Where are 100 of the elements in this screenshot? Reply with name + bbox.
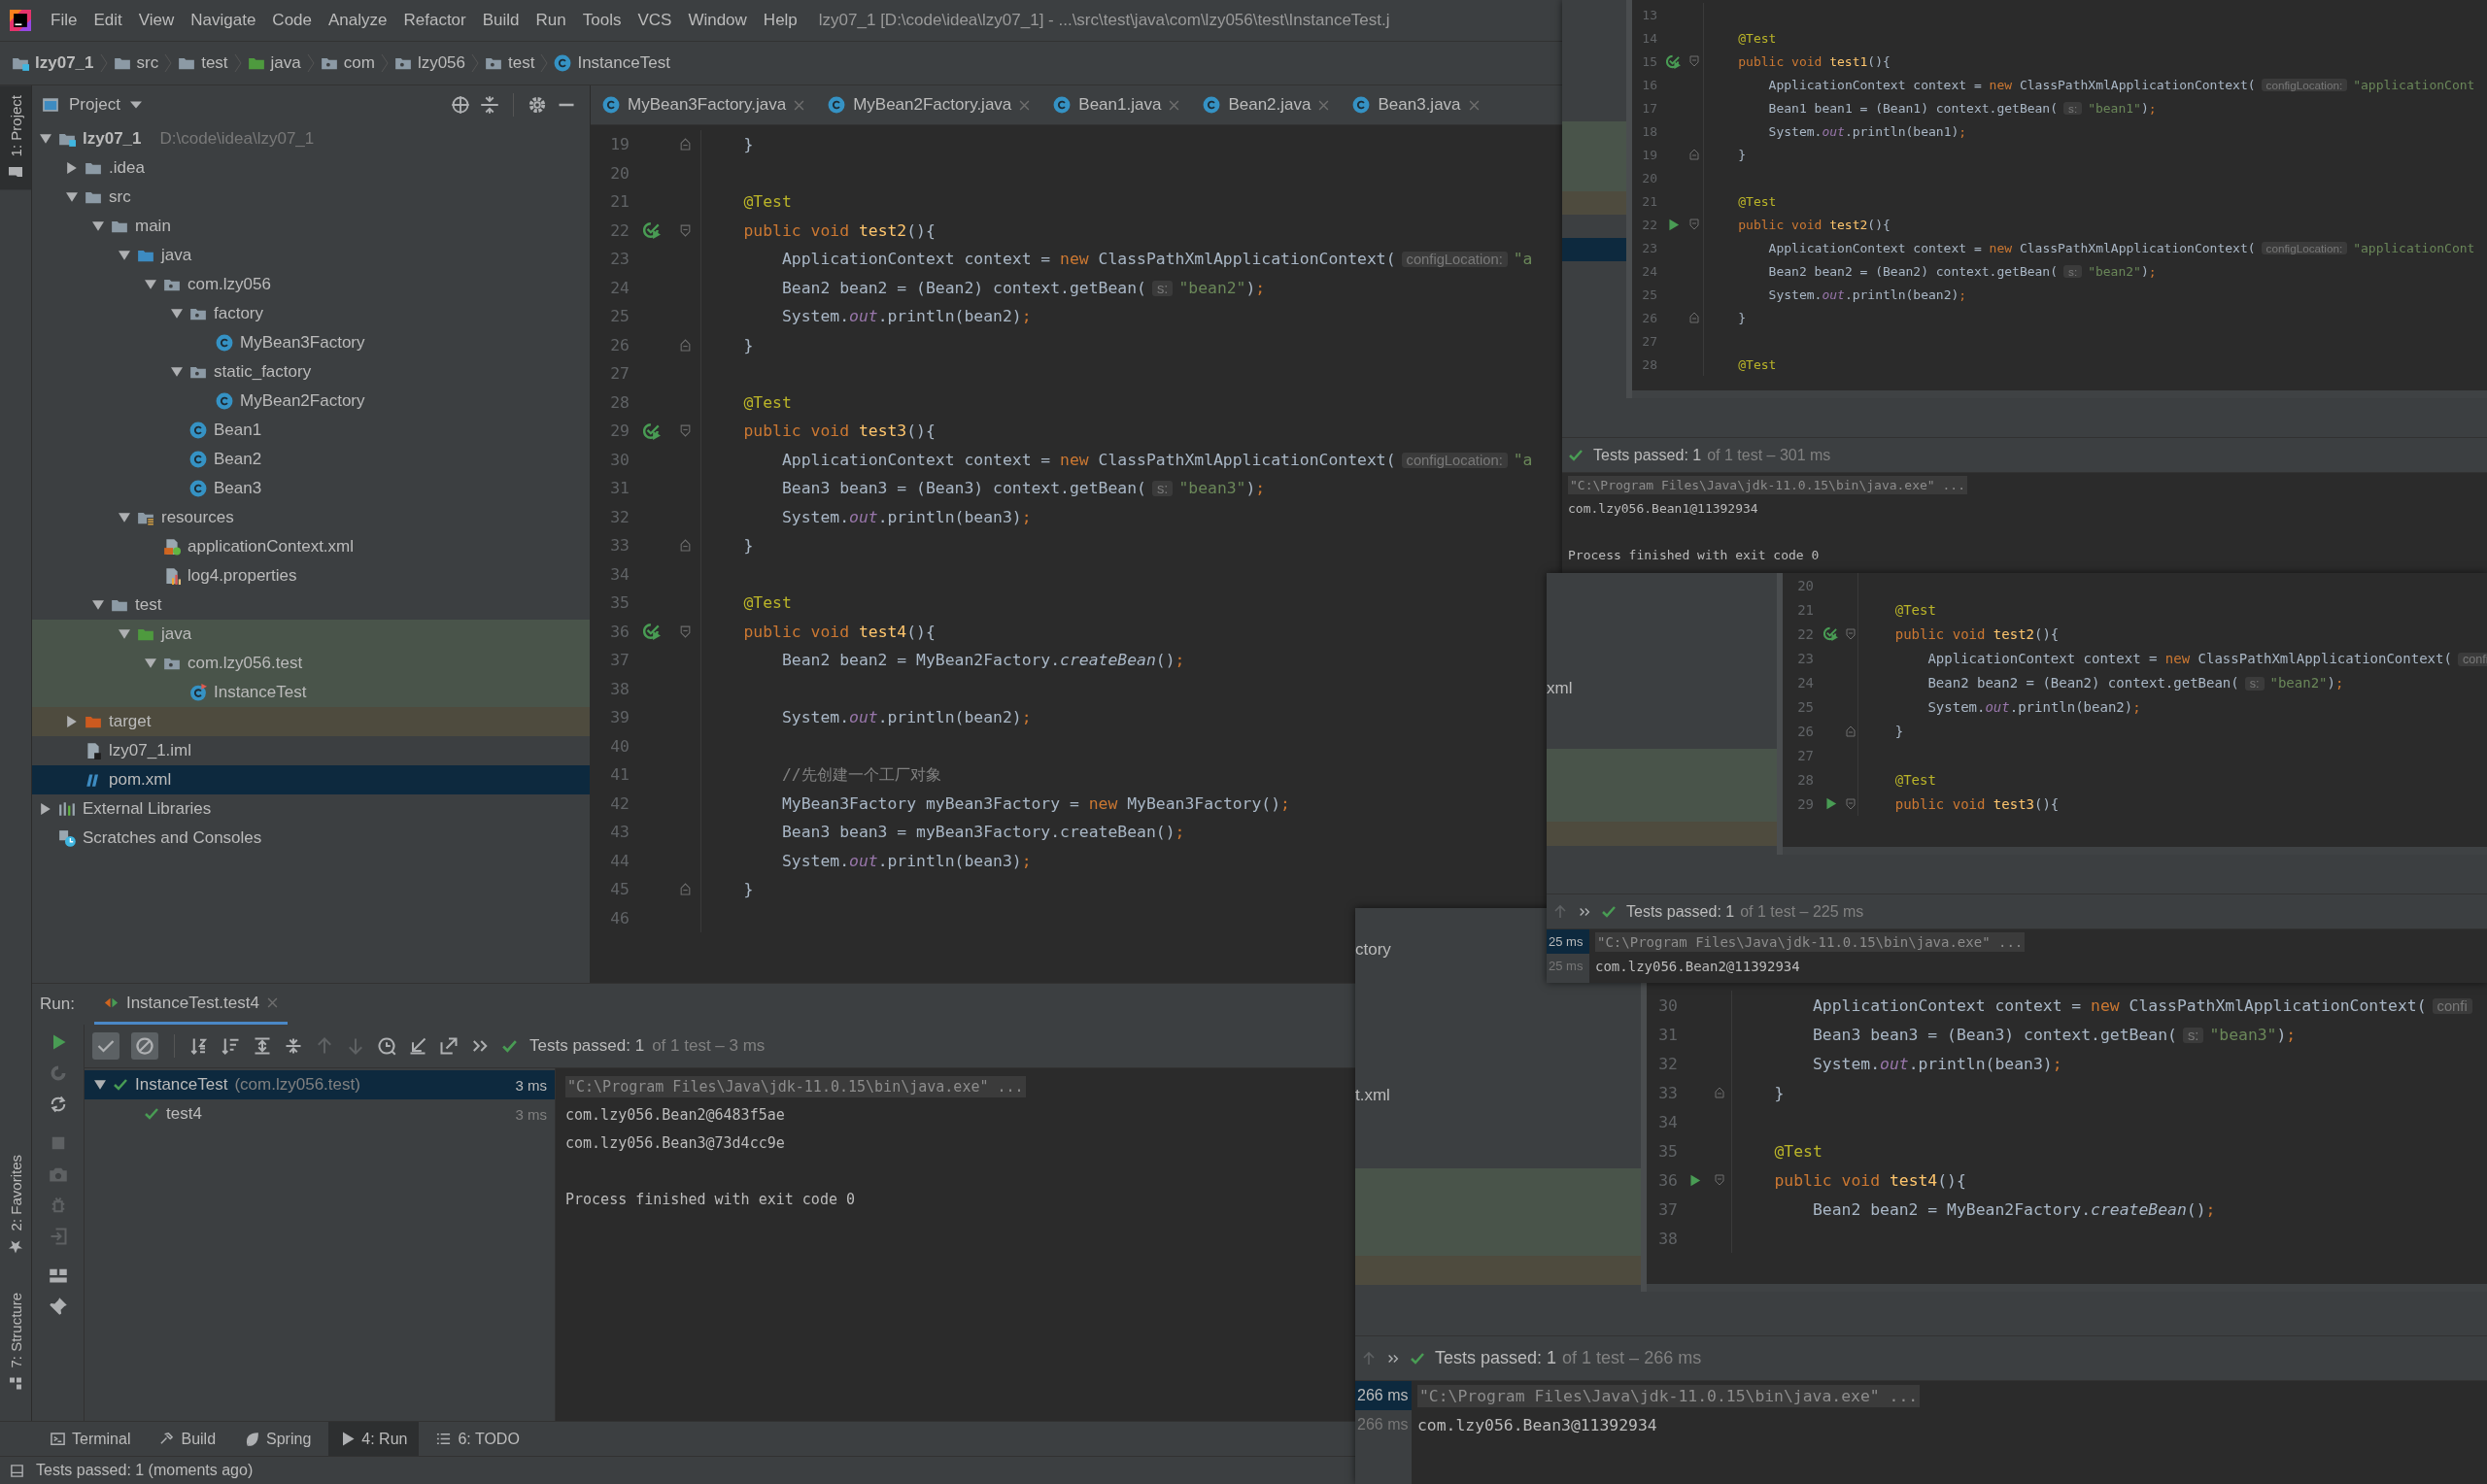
fold-icon[interactable] [1688,55,1699,67]
expand-arrow-icon[interactable] [66,162,78,174]
test-tree-item[interactable]: InstanceTest (com.lzy056.test) 3 ms [85,1070,555,1099]
editor-tab[interactable]: Bean2.java [1191,85,1342,124]
run-icon[interactable] [1666,218,1680,231]
run-icon[interactable] [1823,797,1837,810]
collapse-arrow-icon[interactable] [40,133,51,145]
tree-item[interactable]: .idea [32,153,590,183]
tool-tab[interactable]: 6: TODO [425,1422,531,1456]
tree-item[interactable]: java [32,620,590,649]
tree-item[interactable]: xml [1547,678,1573,698]
run-test-icon[interactable] [643,422,661,440]
fold-icon[interactable] [1688,149,1699,160]
close-icon[interactable] [1169,99,1180,111]
tree-item[interactable]: MyBean2Factory [32,387,590,416]
menu-item[interactable]: View [131,9,182,32]
locate-icon[interactable] [451,95,470,115]
fold-icon[interactable] [680,424,691,438]
breadcrumb[interactable]: lzy07_1 [12,53,94,73]
run-test-icon[interactable] [643,221,661,240]
menu-item[interactable]: Tools [575,9,629,32]
editor-tab[interactable]: MyBean2Factory.java [816,85,1042,124]
fold-icon[interactable] [1845,797,1856,810]
collapse-arrow-icon[interactable] [171,366,183,378]
editor-tab[interactable]: Bean3.java [1341,85,1491,124]
up-arrow-icon[interactable] [1361,1350,1377,1366]
fold-icon[interactable] [1845,627,1856,640]
test-duration[interactable]: 266 ms [1355,1381,1412,1410]
settings-icon[interactable] [528,95,547,115]
close-icon[interactable] [266,997,278,1008]
tool-tab[interactable]: Terminal [39,1422,143,1456]
tree-item[interactable]: src [32,183,590,212]
breadcrumb[interactable]: lzy056 [393,53,466,73]
fold-icon[interactable] [1688,312,1699,323]
tree-item[interactable]: com.lzy056.test [32,649,590,678]
export-icon[interactable] [439,1036,459,1056]
fold-icon[interactable] [1845,725,1856,737]
test-duration[interactable]: 25 ms [1547,929,1589,954]
breadcrumb[interactable]: InstanceTest [554,53,670,73]
breadcrumb[interactable]: test [485,53,535,73]
collapse-all-icon[interactable] [284,1036,303,1056]
menu-item[interactable]: Edit [86,9,129,32]
import-icon[interactable] [408,1036,427,1056]
breadcrumb[interactable]: src [113,53,159,73]
tree-item[interactable]: Scratches and Consoles [32,824,590,853]
tree-item[interactable]: applicationContext.xml [32,532,590,561]
tree-item[interactable]: InstanceTest [32,678,590,707]
fold-icon[interactable] [680,624,691,638]
expand-all-icon[interactable] [253,1036,272,1056]
menu-item[interactable]: Navigate [184,9,263,32]
collapse-arrow-icon[interactable] [145,279,156,290]
tool-window-button[interactable]: 1: Project [0,85,31,190]
show-ignored-toggle[interactable] [131,1032,158,1060]
tree-item[interactable]: test [32,590,590,620]
tree-item[interactable]: MyBean3Factory [32,328,590,357]
fold-icon[interactable] [680,223,691,237]
menu-item[interactable]: Run [528,9,573,32]
tree-item[interactable]: com.lzy056 [32,270,590,299]
breadcrumb[interactable]: java [247,53,301,73]
breadcrumb[interactable]: com [320,53,375,73]
close-icon[interactable] [794,99,805,111]
expand-arrow-icon[interactable] [66,716,78,727]
tree-item[interactable]: Bean1 [32,416,590,445]
tool-window-button[interactable]: 7: Structure [0,1283,31,1401]
collapse-arrow-icon[interactable] [171,308,183,320]
collapse-arrow-icon[interactable] [92,220,104,232]
tool-tab[interactable]: 4: Run [328,1422,420,1456]
fold-icon[interactable] [1714,1174,1724,1186]
pin-icon[interactable] [48,1297,68,1316]
fold-icon[interactable] [680,338,691,352]
fold-icon[interactable] [1688,219,1699,230]
run-test-icon[interactable] [1665,53,1681,69]
show-passed-toggle[interactable] [92,1032,119,1060]
up-arrow-icon[interactable] [1552,903,1568,920]
close-icon[interactable] [1019,99,1031,111]
tree-item[interactable]: log4.properties [32,561,590,590]
menu-item[interactable]: Code [265,9,319,32]
close-icon[interactable] [1318,99,1330,111]
fold-icon[interactable] [680,883,691,896]
tree-item[interactable]: t.xml [1355,1086,1390,1105]
menu-item[interactable]: Analyze [322,9,394,32]
tree-item[interactable]: External Libraries [32,794,590,824]
tool-tab[interactable]: Build [148,1422,228,1456]
run-test-icon[interactable] [643,623,661,641]
collapse-arrow-icon[interactable] [66,191,78,203]
panel-toggle-icon[interactable] [10,1463,24,1478]
close-icon[interactable] [1468,99,1480,111]
collapse-all-icon[interactable] [480,95,499,115]
editor-tab[interactable]: MyBean3Factory.java [591,85,817,124]
tool-tab[interactable]: Spring [233,1422,324,1456]
collapse-arrow-icon[interactable] [119,250,130,261]
tree-item[interactable]: Bean3 [32,474,590,503]
collapse-arrow-icon[interactable] [145,658,156,669]
history-icon[interactable] [377,1036,396,1056]
tree-item[interactable]: resources [32,503,590,532]
run-tab[interactable]: InstanceTest.test4 [93,984,288,1025]
tree-item[interactable]: ctory [1355,940,1391,960]
tree-item[interactable]: pom.xml [32,765,590,794]
app-logo-icon[interactable] [10,10,31,31]
tree-item[interactable]: target [32,707,590,736]
